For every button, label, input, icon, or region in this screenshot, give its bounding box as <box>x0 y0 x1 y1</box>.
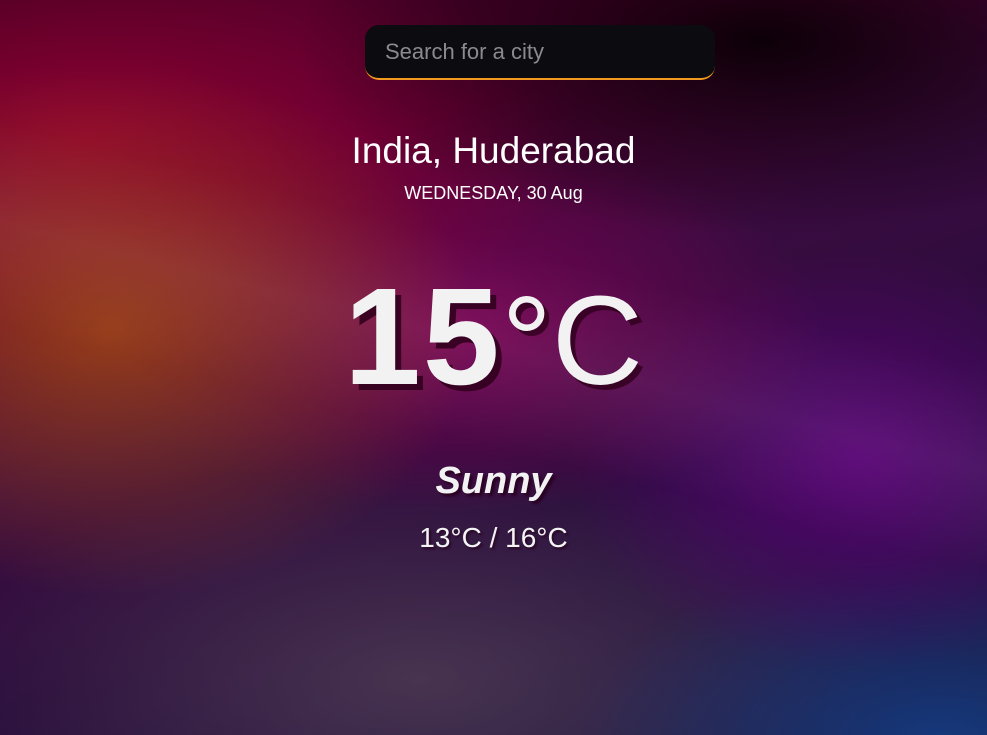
temperature-value: 15 <box>344 260 502 414</box>
weather-condition: Sunny <box>435 460 552 502</box>
temperature-unit: °C <box>501 270 643 411</box>
current-temperature: 15°C <box>0 262 987 455</box>
search-box[interactable] <box>365 25 715 80</box>
date-label: WEDNESDAY, 30 Aug <box>404 183 583 203</box>
location-title: India, Huderabad <box>351 130 636 171</box>
search-input[interactable] <box>365 25 715 78</box>
temperature-range: 13°C / 16°C <box>419 522 568 553</box>
